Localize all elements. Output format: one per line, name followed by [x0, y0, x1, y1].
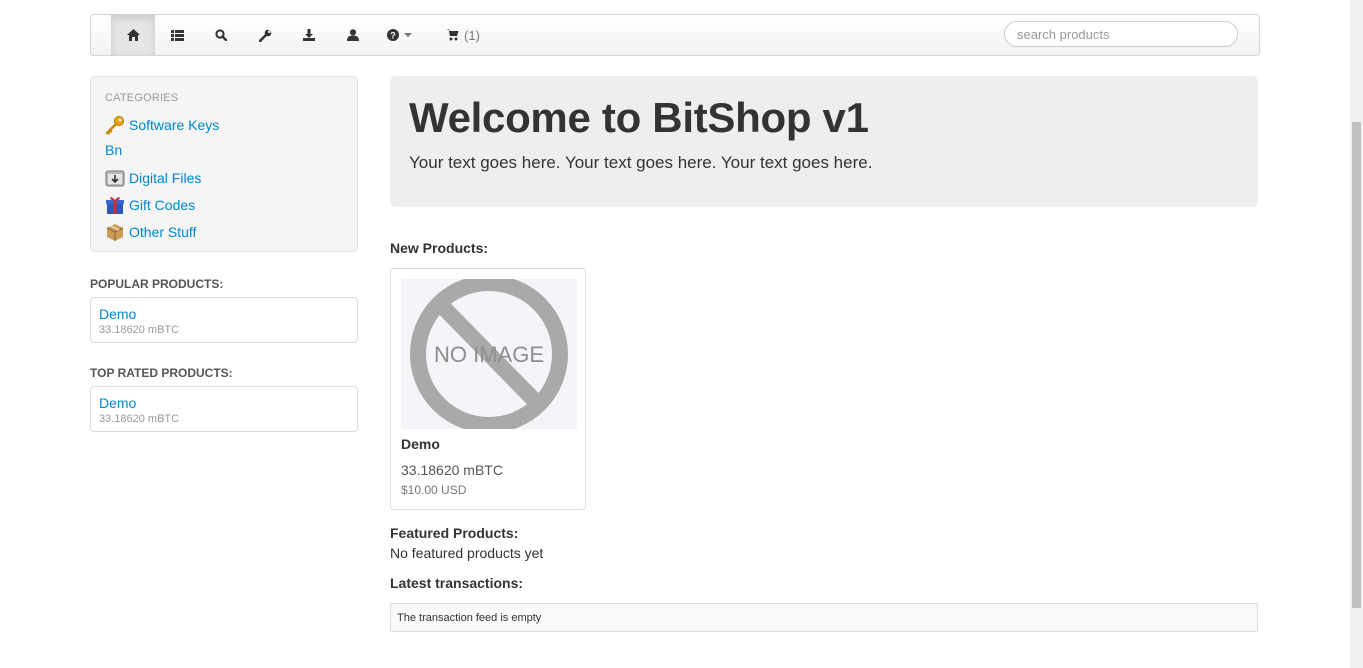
user-icon: [347, 29, 359, 41]
welcome-jumbotron: Welcome to BitShop v1 Your text goes her…: [390, 76, 1258, 207]
category-label: Gift Codes: [129, 197, 196, 213]
categories-header: CATEGORIES: [105, 92, 179, 104]
top-navbar: ? (1): [90, 14, 1260, 56]
nav-cart-button[interactable]: (1): [433, 15, 493, 55]
download-box-icon: [105, 168, 125, 188]
categories-panel: CATEGORIES Software Keys Bn Digital File…: [90, 76, 358, 252]
transaction-feed-empty: The transaction feed is empty: [397, 612, 542, 624]
nav-home-button[interactable]: [111, 15, 155, 55]
category-software-keys[interactable]: Software Keys: [105, 115, 219, 135]
category-label: Bn: [105, 142, 123, 158]
page-title: Welcome to BitShop v1: [409, 94, 869, 141]
transaction-feed: The transaction feed is empty: [390, 603, 1258, 632]
package-icon: [105, 222, 125, 242]
shopping-cart-icon: [446, 29, 459, 41]
popular-product-item: Demo 33.18620 mBTC: [90, 297, 358, 343]
product-name[interactable]: Demo: [401, 436, 440, 452]
nav-download-button[interactable]: [287, 15, 331, 55]
category-other-stuff[interactable]: Other Stuff: [105, 222, 196, 242]
top-rated-product-link[interactable]: Demo: [99, 395, 136, 411]
product-card[interactable]: NO IMAGE Demo 33.18620 mBTC $10.00 USD: [390, 268, 586, 510]
search-icon: [215, 29, 227, 41]
top-rated-product-price: 33.18620 mBTC: [99, 413, 180, 425]
category-label: Software Keys: [129, 117, 220, 133]
product-image-placeholder[interactable]: NO IMAGE: [401, 275, 577, 433]
key-icon: [105, 115, 125, 135]
caret-down-icon: [403, 32, 412, 37]
product-price-usd: $10.00 USD: [401, 483, 467, 497]
no-image-text: NO IMAGE: [434, 342, 544, 367]
no-image-icon: NO IMAGE: [410, 275, 568, 433]
featured-products-empty: No featured products yet: [390, 545, 544, 561]
top-rated-product-item: Demo 33.18620 mBTC: [90, 386, 358, 432]
list-icon: [170, 29, 184, 41]
wrench-icon: [258, 29, 271, 42]
nav-user-button[interactable]: [331, 15, 375, 55]
nav-wrench-button[interactable]: [243, 15, 287, 55]
nav-help-dropdown[interactable]: ?: [375, 15, 423, 55]
question-circle-icon: ?: [386, 29, 399, 41]
search-input[interactable]: [1004, 21, 1238, 47]
svg-text:?: ?: [390, 30, 396, 40]
cart-count: (1): [464, 27, 480, 43]
category-label: Digital Files: [129, 170, 202, 186]
nav-search-button[interactable]: [199, 15, 243, 55]
nav-list-button[interactable]: [155, 15, 199, 55]
home-icon: [126, 29, 140, 41]
latest-transactions-label: Latest transactions:: [390, 575, 524, 591]
welcome-text: Your text goes here. Your text goes here…: [409, 153, 873, 172]
new-products-label: New Products:: [390, 240, 489, 256]
category-gift-codes[interactable]: Gift Codes: [105, 195, 195, 215]
popular-products-header: POPULAR PRODUCTS:: [90, 277, 224, 291]
gift-icon: [105, 195, 125, 215]
category-bn[interactable]: Bn: [105, 142, 122, 158]
download-icon: [303, 29, 315, 41]
featured-products-label: Featured Products:: [390, 525, 519, 541]
popular-product-price: 33.18620 mBTC: [99, 324, 180, 336]
category-label: Other Stuff: [129, 224, 197, 240]
popular-product-link[interactable]: Demo: [99, 306, 136, 322]
page-scrollbar-thumb[interactable]: [1352, 122, 1361, 608]
product-price-btc: 33.18620 mBTC: [401, 462, 503, 478]
category-digital-files[interactable]: Digital Files: [105, 168, 201, 188]
top-rated-products-header: TOP RATED PRODUCTS:: [90, 366, 233, 380]
